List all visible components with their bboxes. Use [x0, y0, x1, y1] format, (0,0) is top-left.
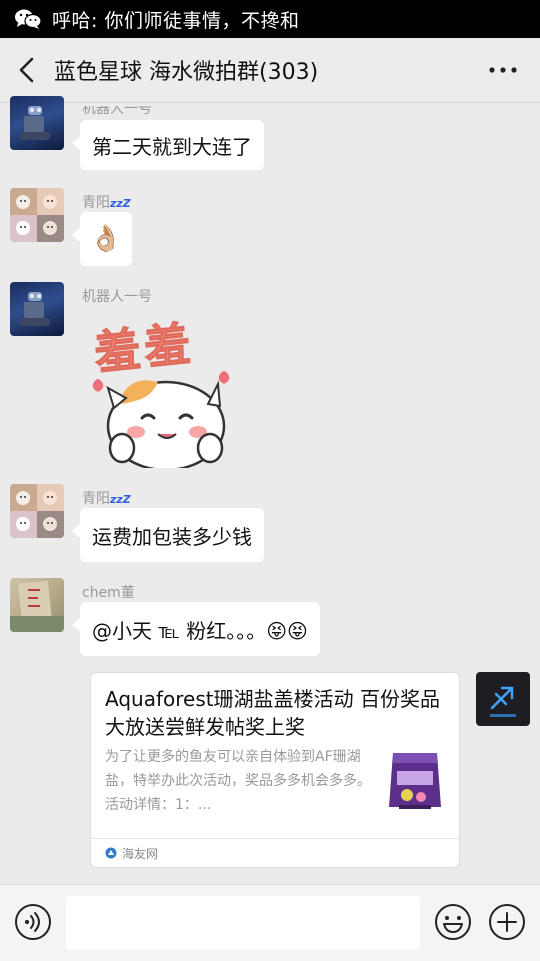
product-thumbnail: [389, 753, 441, 809]
message-bubble[interactable]: 第二天就到大连了: [72, 120, 264, 170]
avatar[interactable]: [10, 578, 64, 632]
chat-title: 蓝色星球 海水微拍群(303): [54, 60, 319, 85]
message-bubble[interactable]: 👌🏼: [72, 212, 132, 266]
link-card-description: 为了让更多的鱼友可以亲自体验到AF珊湖盐，特举办此次活动，奖品多多机会多多。活动…: [105, 749, 371, 813]
chat-header: 蓝色星球 海水微拍群(303): [0, 38, 540, 103]
voice-icon[interactable]: [14, 903, 52, 941]
emoji-icon[interactable]: [434, 903, 472, 941]
link-card[interactable]: Aquaforest珊湖盐盖楼活动 百份奖品大放送尝鲜发帖奖上奖 为了让更多的鱼…: [90, 672, 460, 868]
avatar[interactable]: [10, 188, 64, 242]
link-card-title: Aquaforest珊湖盐盖楼活动 百份奖品大放送尝鲜发帖奖上奖: [105, 687, 440, 739]
plus-icon[interactable]: [488, 903, 526, 941]
sender-name: chem董: [82, 585, 135, 601]
notification-bar[interactable]: 呼哈: 你们师徒事情，不搀和: [0, 0, 540, 38]
sender-name: 青阳zzZ: [82, 488, 131, 508]
avatar[interactable]: [10, 484, 64, 538]
sleep-badge: zzZ: [110, 493, 131, 506]
avatar[interactable]: [10, 96, 64, 150]
link-card-footer: 海友网: [91, 838, 459, 867]
message-input[interactable]: [66, 896, 420, 950]
ok-hand-emoji: 👌🏼: [89, 224, 123, 254]
avatar[interactable]: [10, 282, 64, 336]
source-site-icon: [105, 847, 117, 859]
sticker[interactable]: 羞羞: [88, 308, 238, 468]
message-bubble[interactable]: @小天 ℡ 粉红。。。😝😝: [72, 602, 320, 656]
sender-name: 机器人一号: [82, 289, 152, 305]
link-card-source: 海友网: [122, 846, 159, 861]
more-dots-icon[interactable]: [488, 66, 518, 74]
sender-name-text: 青阳: [82, 491, 110, 507]
wechat-icon: [15, 9, 42, 29]
cat-sticker-art: [92, 371, 230, 468]
sender-name: 青阳zzZ: [82, 192, 131, 212]
message-bubble[interactable]: 运费加包装多少钱: [72, 508, 264, 562]
avatar-self[interactable]: [476, 672, 530, 726]
sender-name-text: 青阳: [82, 195, 110, 211]
sleep-badge: zzZ: [110, 197, 131, 210]
input-bar: [0, 884, 540, 961]
back-arrow-icon[interactable]: [14, 56, 42, 84]
notification-text: 呼哈: 你们师徒事情，不搀和: [52, 9, 300, 32]
